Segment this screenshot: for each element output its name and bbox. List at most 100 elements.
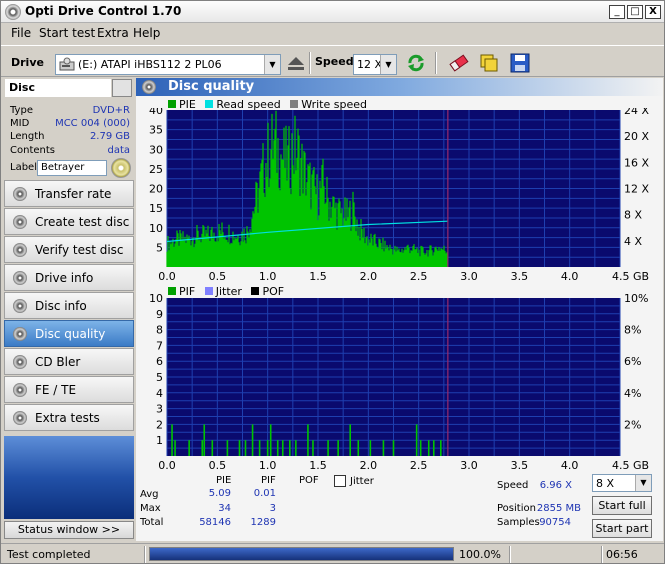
- save-button[interactable]: [508, 52, 532, 74]
- nav-create-test-disc[interactable]: Create test disc: [4, 208, 134, 235]
- jitter-checkbox-label: Jitter: [350, 476, 374, 487]
- y-tick-label: 8: [156, 324, 163, 337]
- x-tick-label: 0.0: [158, 459, 176, 472]
- disc-label-input[interactable]: Betrayer: [37, 160, 107, 176]
- status-window-button[interactable]: Status window >>: [4, 521, 134, 539]
- y-tick-label: 5: [156, 241, 163, 254]
- status-bar: Test completed 100.0% 06:56: [1, 543, 664, 564]
- panel-title: Disc quality: [168, 79, 255, 94]
- disc-type-key: Type: [10, 105, 33, 116]
- y-tick-label: 10: [149, 294, 163, 305]
- y-tick-label: 35: [149, 124, 163, 137]
- menu-file[interactable]: File: [11, 26, 31, 40]
- drive-label: Drive: [11, 56, 44, 69]
- y2-tick-label: 24 X: [624, 108, 649, 117]
- menu-start-test[interactable]: Start test: [39, 26, 95, 40]
- disc-quality-panel: Disc quality PIE Read speed Write speed …: [136, 78, 663, 541]
- disc-panel-toggle[interactable]: [112, 79, 132, 97]
- y-tick-label: 40: [149, 108, 163, 117]
- speed-label: Speed: [315, 55, 354, 68]
- x-tick-label: 0.0: [158, 270, 176, 280]
- disc-mid-key: MID: [10, 118, 30, 129]
- jitter-checkbox[interactable]: [334, 475, 346, 487]
- y-tick-label: 10: [149, 222, 163, 235]
- nav-label: Disc info: [35, 299, 87, 313]
- disc-info-panel: Disc Type DVD+R MID MCC 004 (000) Length…: [4, 78, 134, 178]
- disc-label-key: Label: [10, 162, 37, 173]
- disc-icon: [13, 187, 27, 201]
- y-tick-label: 30: [149, 143, 163, 156]
- nav-verify-test-disc[interactable]: Verify test disc: [4, 236, 134, 263]
- menu-bar: File Start test Extra Help: [1, 23, 664, 43]
- samples-value: 90754: [539, 517, 571, 528]
- speed-value: 12 X: [357, 58, 383, 71]
- test-speed-select[interactable]: 8 X ▼: [592, 474, 652, 492]
- x-tick-label: 1.0: [259, 270, 277, 280]
- title-bar[interactable]: Opti Drive Control 1.70 _ □ X: [1, 1, 664, 23]
- x-tick-label: 3.5: [511, 459, 529, 472]
- disc-length-key: Length: [10, 131, 45, 142]
- speed-select[interactable]: 12 X ▼: [353, 54, 397, 75]
- copy-icon: [480, 54, 498, 72]
- y-tick-label: 7: [156, 339, 163, 352]
- stats-col-pie: PIE: [216, 475, 232, 486]
- copy-button[interactable]: [477, 52, 501, 74]
- y2-tick-label: 8 X: [624, 209, 642, 222]
- start-full-button[interactable]: Start full: [592, 496, 652, 515]
- y-tick-label: 6: [156, 355, 163, 368]
- nav-disc-quality[interactable]: Disc quality: [4, 320, 134, 347]
- refresh-button[interactable]: [404, 52, 428, 74]
- pie-avg-value: 5.09: [208, 488, 231, 499]
- close-button[interactable]: X: [645, 5, 661, 19]
- disc-length-value: 2.79 GB: [89, 131, 130, 142]
- disc-panel-header: Disc: [5, 79, 111, 97]
- erase-button[interactable]: [447, 52, 471, 74]
- x-tick-label: 4.0: [561, 270, 579, 280]
- app-disc-icon: [5, 4, 21, 20]
- nav-disc-info[interactable]: Disc info: [4, 292, 134, 319]
- nav-cd-bler[interactable]: CD Bler: [4, 348, 134, 375]
- drive-select[interactable]: (E:) ATAPI iHBS112 2 PL06 ▼: [55, 54, 281, 75]
- disc-icon: [13, 271, 27, 285]
- x-tick-label: 3.0: [460, 459, 478, 472]
- toolbar-divider: [309, 52, 311, 74]
- x-tick-label: 3.0: [460, 270, 478, 280]
- nav-drive-info[interactable]: Drive info: [4, 264, 134, 291]
- drive-value: (E:) ATAPI iHBS112 2 PL06: [78, 58, 222, 71]
- app-window: Opti Drive Control 1.70 _ □ X File Start…: [0, 0, 665, 564]
- x-tick-label: 3.5: [511, 270, 529, 280]
- pie-total-value: 58146: [199, 517, 231, 528]
- y2-tick-label: 6%: [624, 355, 641, 368]
- nav-extra-tests[interactable]: Extra tests: [4, 404, 134, 431]
- eject-button[interactable]: [284, 52, 308, 74]
- pie-chart: 5 10 15 20 25 30 35 40 4 X 8 X 12 X 16 X 20 X 24 X 0.0…: [149, 108, 649, 280]
- elapsed-time: 06:56: [606, 548, 638, 561]
- x-tick-label: 1.5: [309, 459, 327, 472]
- eraser-icon: [449, 54, 469, 72]
- start-part-button[interactable]: Start part: [592, 519, 652, 538]
- stats-col-pif: PIF: [261, 475, 276, 486]
- stats-max-label: Max: [140, 503, 161, 514]
- nav-transfer-rate[interactable]: Transfer rate: [4, 180, 134, 207]
- save-icon: [510, 53, 530, 73]
- y-tick-label: 5: [156, 371, 163, 384]
- menu-help[interactable]: Help: [133, 26, 160, 40]
- pif-total-value: 1289: [250, 517, 276, 528]
- progress-percent: 100.0%: [459, 548, 501, 561]
- menu-extra[interactable]: Extra: [97, 26, 129, 40]
- maximize-button[interactable]: □: [627, 5, 643, 19]
- stats-avg-label: Avg: [140, 489, 159, 500]
- speed-stat-label: Speed: [497, 480, 529, 491]
- nav-label: FE / TE: [35, 383, 77, 397]
- write-speed-swatch: [290, 100, 299, 108]
- nav-fe-te[interactable]: FE / TE: [4, 376, 134, 403]
- chevron-down-icon: ▼: [264, 55, 280, 74]
- nav-label: CD Bler: [35, 355, 81, 369]
- disc-label-icon[interactable]: [111, 158, 131, 178]
- stats-col-pof: POF: [299, 475, 319, 486]
- disc-mid-value: MCC 004 (000): [55, 118, 130, 129]
- toolbar: Drive (E:) ATAPI iHBS112 2 PL06 ▼ Speed …: [1, 45, 664, 77]
- status-divider: [509, 546, 511, 563]
- minimize-button[interactable]: _: [609, 5, 625, 19]
- disc-icon: [13, 411, 27, 425]
